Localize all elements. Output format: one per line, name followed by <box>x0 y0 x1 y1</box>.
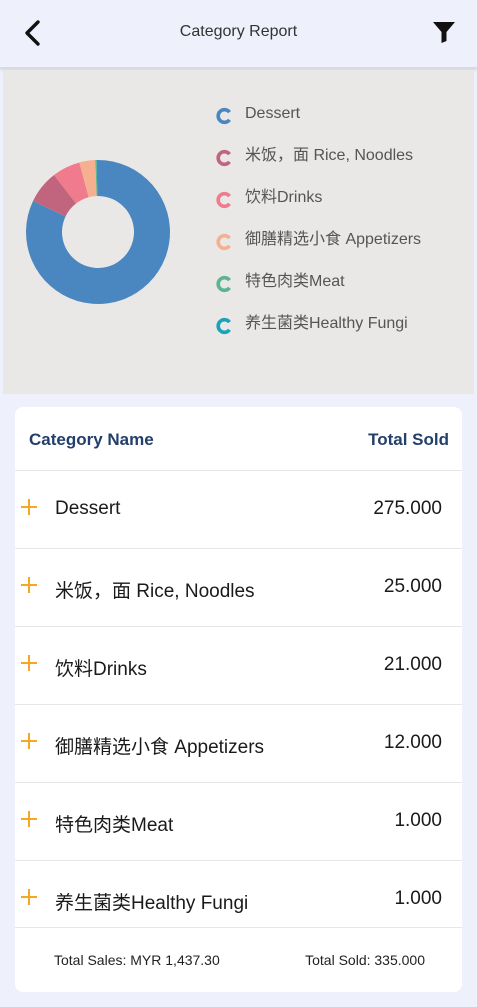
column-header-total-sold: Total Sold <box>368 430 449 449</box>
total-sold-value: 25.000 <box>383 576 442 597</box>
chart-legend: Dessert 米饭，面 Rice, Noodles 饮料Drinks 御膳精选小食 … <box>215 104 421 356</box>
total-sold-value: 1.000 <box>394 810 442 831</box>
legend-swatch-icon <box>216 317 231 335</box>
total-sold-value: 12.000 <box>383 732 442 753</box>
legend-item[interactable]: 米饭，面 Rice, Noodles <box>215 146 421 188</box>
filter-icon[interactable] <box>432 20 456 44</box>
page-title: Category Report <box>179 23 298 40</box>
category-name: 御膳精选小食 Appetizers <box>55 737 265 758</box>
table-row[interactable]: Dessert 275.000 <box>15 471 462 549</box>
total-sold-value: 21.000 <box>383 654 442 675</box>
expand-plus-icon[interactable] <box>19 497 39 517</box>
table-footer: Total Sales: MYR 1,437.30 Total Sold: 33… <box>15 927 462 992</box>
expand-plus-icon[interactable] <box>19 809 39 829</box>
legend-swatch-icon <box>216 149 231 167</box>
expand-plus-icon[interactable] <box>19 575 39 595</box>
legend-item[interactable]: 特色肉类Meat <box>215 272 421 314</box>
table-header: Category Name Total Sold <box>15 407 462 471</box>
total-sold-value: 1.000 <box>394 888 442 909</box>
category-name: 养生菌类Healthy Fungi <box>55 893 249 914</box>
legend-swatch-icon <box>216 275 231 293</box>
category-name: 饮料Drinks <box>55 659 147 680</box>
total-sold-text: Total Sold: 335.000 <box>305 952 425 968</box>
table-row[interactable]: 米饭，面 Rice, Noodles 25.000 <box>15 549 462 627</box>
legend-swatch-icon <box>216 191 231 209</box>
total-sold-value: 275.000 <box>373 498 442 519</box>
category-name: 特色肉类Meat <box>55 815 174 836</box>
expand-plus-icon[interactable] <box>19 653 39 673</box>
legend-item[interactable]: 养生菌类Healthy Fungi <box>215 314 421 356</box>
legend-item[interactable]: Dessert <box>215 104 421 146</box>
legend-label: 特色肉类Meat <box>245 273 345 290</box>
expand-plus-icon[interactable] <box>19 887 39 907</box>
table-row[interactable]: 饮料Drinks 21.000 <box>15 627 462 705</box>
donut-chart <box>25 160 171 304</box>
legend-label: 御膳精选小食 Appetizers <box>245 231 422 248</box>
legend-label: 养生菌类Healthy Fungi <box>245 315 408 332</box>
chart-panel: Dessert 米饭，面 Rice, Noodles 饮料Drinks 御膳精选小食 … <box>3 70 474 394</box>
legend-swatch-icon <box>216 233 231 251</box>
legend-item[interactable]: 饮料Drinks <box>215 188 421 230</box>
legend-label: 米饭，面 Rice, Noodles <box>245 147 414 164</box>
legend-item[interactable]: 御膳精选小食 Appetizers <box>215 230 421 272</box>
table-row[interactable]: 特色肉类Meat 1.000 <box>15 783 462 861</box>
category-name: 米饭，面 Rice, Noodles <box>55 581 255 602</box>
table-row[interactable]: 御膳精选小食 Appetizers 12.000 <box>15 705 462 783</box>
column-header-category: Category Name <box>29 430 154 449</box>
legend-label: Dessert <box>245 105 301 122</box>
expand-plus-icon[interactable] <box>19 731 39 751</box>
category-table: Category Name Total Sold Dessert 275.000… <box>15 407 462 992</box>
legend-label: 饮料Drinks <box>245 189 323 206</box>
total-sales-text: Total Sales: MYR 1,437.30 <box>54 952 220 968</box>
app-header: Category Report <box>0 0 477 68</box>
legend-swatch-icon <box>216 107 231 125</box>
category-name: Dessert <box>55 498 121 519</box>
